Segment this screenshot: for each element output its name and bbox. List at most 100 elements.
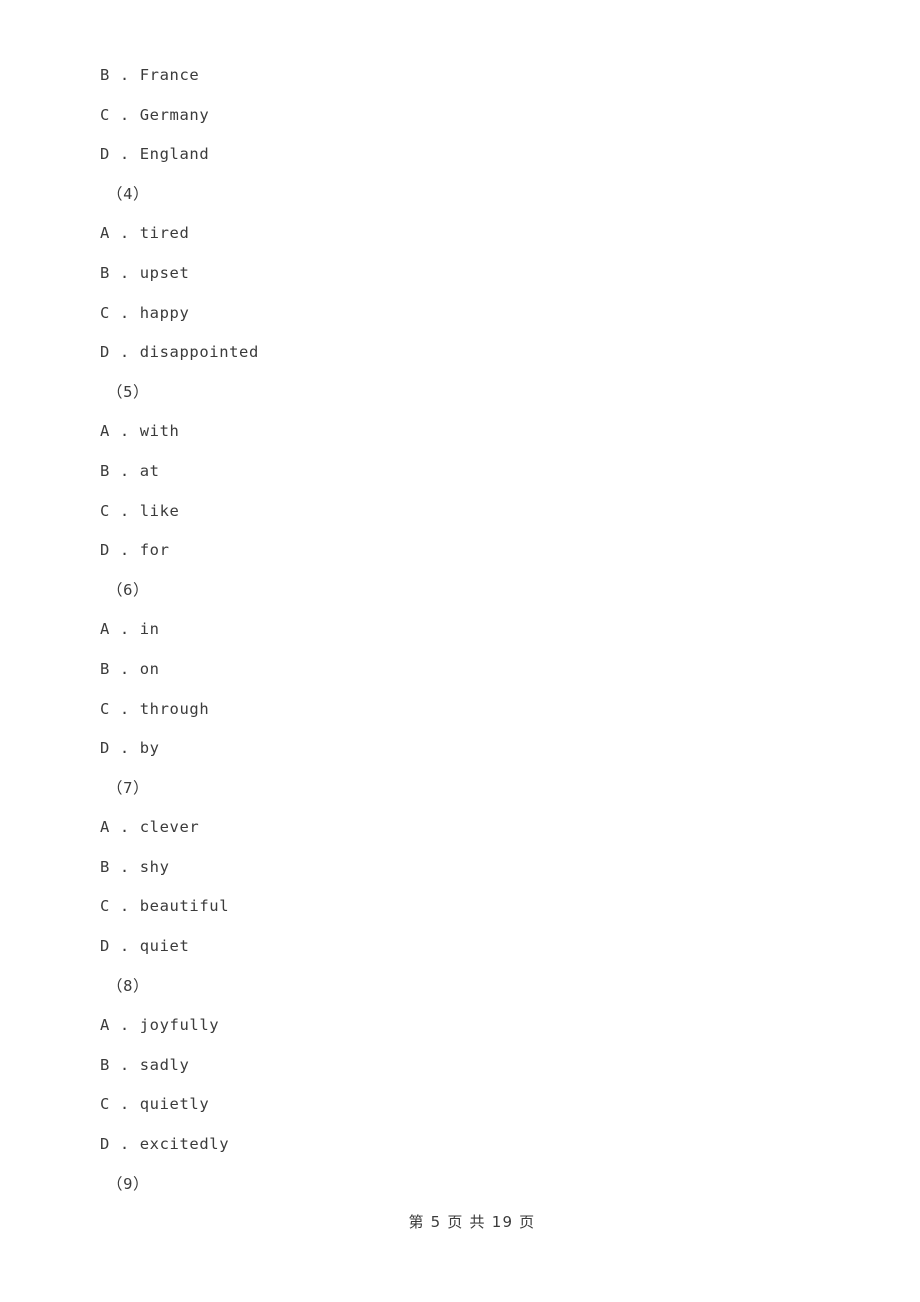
answer-option[interactable]: A . joyfully xyxy=(100,1006,860,1046)
option-text: France xyxy=(139,66,200,84)
option-letter: D xyxy=(100,937,110,956)
option-separator: . xyxy=(109,541,140,560)
option-separator: . xyxy=(109,620,140,639)
option-letter: A xyxy=(100,1016,110,1035)
option-separator: . xyxy=(109,105,140,124)
option-text: quietly xyxy=(139,1095,210,1114)
answer-option[interactable]: B . shy xyxy=(100,848,860,888)
option-text: England xyxy=(139,145,210,164)
option-letter: B xyxy=(100,66,110,84)
option-text: for xyxy=(139,541,170,560)
option-text: joyfully xyxy=(139,1016,220,1035)
option-separator: . xyxy=(109,1016,140,1035)
option-text: happy xyxy=(139,303,190,322)
option-letter: B xyxy=(100,461,110,480)
option-text: shy xyxy=(139,857,170,876)
option-separator: . xyxy=(109,263,140,282)
answer-option[interactable]: A . clever xyxy=(100,808,860,848)
option-text: by xyxy=(139,739,160,758)
answer-option[interactable]: D . quiet xyxy=(100,927,860,967)
question-number: （8） xyxy=(107,976,150,995)
option-text: clever xyxy=(139,818,200,837)
answer-option[interactable]: C . like xyxy=(100,492,860,532)
answer-option[interactable]: D . disappointed xyxy=(100,333,860,373)
option-text: tired xyxy=(139,224,190,243)
option-separator: . xyxy=(109,1055,140,1074)
option-separator: . xyxy=(109,422,140,441)
option-separator: . xyxy=(109,501,140,520)
option-letter: C xyxy=(100,699,110,718)
option-separator: . xyxy=(109,343,140,362)
option-text: in xyxy=(139,620,160,639)
question-number: （5） xyxy=(107,382,150,401)
answer-option[interactable]: C . happy xyxy=(100,294,860,334)
option-text: beautiful xyxy=(139,897,230,916)
option-text: sadly xyxy=(139,1055,190,1074)
option-letter: D xyxy=(100,739,110,758)
answer-option[interactable]: D . for xyxy=(100,531,860,571)
answer-option[interactable]: D . England xyxy=(100,135,860,175)
option-letter: A xyxy=(100,818,110,837)
option-letter: D xyxy=(100,541,110,560)
page-number-text: 第 5 页 共 19 页 xyxy=(408,1213,536,1231)
option-letter: A xyxy=(100,620,110,639)
option-text: quiet xyxy=(139,937,190,956)
option-text: excitedly xyxy=(139,1135,230,1154)
option-separator: . xyxy=(109,897,140,916)
option-text: on xyxy=(139,659,160,678)
option-text: through xyxy=(139,699,210,718)
option-separator: . xyxy=(109,1095,140,1114)
answer-option[interactable]: B . sadly xyxy=(100,1046,860,1086)
answer-option[interactable]: B . on xyxy=(100,650,860,690)
option-letter: A xyxy=(100,224,110,243)
answer-option[interactable]: C . quietly xyxy=(100,1085,860,1125)
option-separator: . xyxy=(109,659,140,678)
option-separator: . xyxy=(109,857,140,876)
option-text: at xyxy=(139,461,160,480)
answer-option[interactable]: B . at xyxy=(100,452,860,492)
question-options-list: B . France C . Germany D . England （4） A . t… xyxy=(100,56,860,1204)
option-letter: B xyxy=(100,659,110,678)
option-separator: . xyxy=(109,303,140,322)
option-text: upset xyxy=(139,263,190,282)
option-letter: C xyxy=(100,303,110,322)
option-text: like xyxy=(139,501,180,520)
option-letter: B xyxy=(100,857,110,876)
page-footer: 第 5 页 共 19 页 xyxy=(0,1186,920,1258)
option-letter: B xyxy=(100,263,110,282)
option-separator: . xyxy=(109,739,140,758)
option-separator: . xyxy=(109,818,140,837)
answer-option[interactable]: B . France xyxy=(100,56,860,96)
question-number: （6） xyxy=(107,580,150,599)
answer-option[interactable]: C . beautiful xyxy=(100,887,860,927)
answer-option[interactable]: A . tired xyxy=(100,214,860,254)
option-letter: D xyxy=(100,1135,110,1154)
option-separator: . xyxy=(109,66,140,84)
answer-option[interactable]: C . through xyxy=(100,690,860,730)
option-letter: C xyxy=(100,897,110,916)
answer-option[interactable]: D . excitedly xyxy=(100,1125,860,1165)
option-separator: . xyxy=(109,937,140,956)
answer-option[interactable]: B . upset xyxy=(100,254,860,294)
option-separator: . xyxy=(109,224,140,243)
answer-option[interactable]: D . by xyxy=(100,729,860,769)
document-page: B . France C . Germany D . England （4） A . t… xyxy=(0,0,920,1302)
option-letter: A xyxy=(100,422,110,441)
option-letter: C xyxy=(100,1095,110,1114)
answer-option[interactable]: C . Germany xyxy=(100,96,860,136)
option-text: Germany xyxy=(139,105,210,124)
answer-option[interactable]: A . in xyxy=(100,610,860,650)
option-separator: . xyxy=(109,1135,140,1154)
option-separator: . xyxy=(109,461,140,480)
option-letter: D xyxy=(100,145,110,164)
question-number: （7） xyxy=(107,778,150,797)
answer-option[interactable]: A . with xyxy=(100,412,860,452)
option-letter: C xyxy=(100,501,110,520)
option-separator: . xyxy=(109,145,140,164)
option-letter: B xyxy=(100,1055,110,1074)
option-separator: . xyxy=(109,699,140,718)
option-letter: D xyxy=(100,343,110,362)
question-number: （4） xyxy=(107,184,150,203)
option-letter: C xyxy=(100,105,110,124)
option-text: disappointed xyxy=(139,343,259,362)
